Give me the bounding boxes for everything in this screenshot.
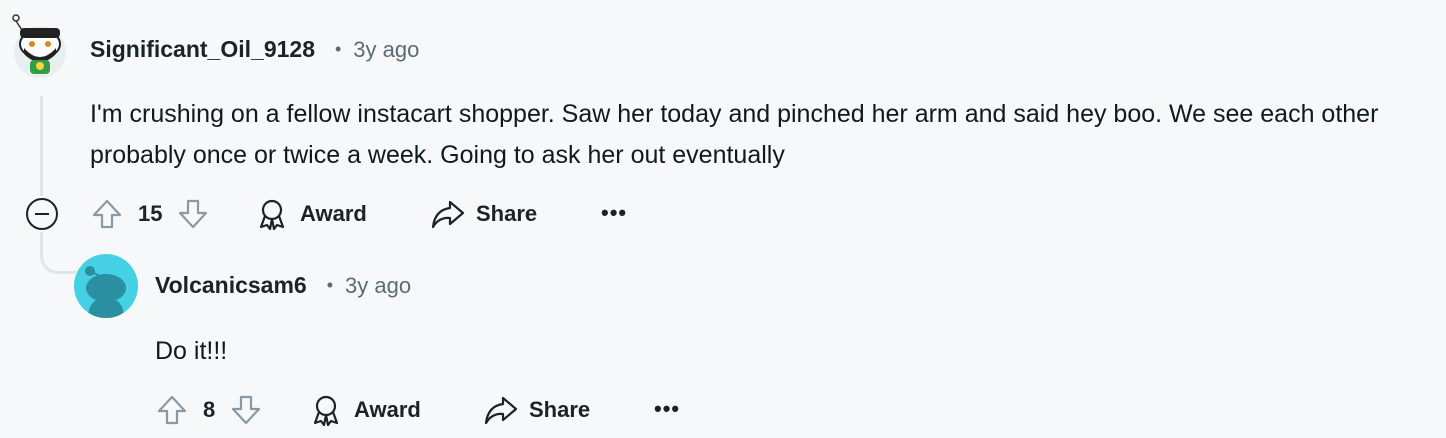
vote-group: 15 <box>90 197 210 231</box>
username[interactable]: Significant_Oil_9128 <box>90 36 315 63</box>
separator-dot: • <box>326 275 334 295</box>
more-options-button[interactable]: ••• <box>654 396 680 422</box>
username[interactable]: Volcanicsam6 <box>155 272 307 299</box>
upvote-icon[interactable] <box>155 393 189 427</box>
vote-count: 8 <box>203 397 216 422</box>
collapse-button[interactable] <box>26 198 58 230</box>
timestamp[interactable]: 3y ago <box>345 273 411 299</box>
share-icon <box>484 396 518 425</box>
award-icon <box>313 395 339 427</box>
award-button[interactable]: Award <box>256 197 367 231</box>
award-icon <box>259 199 285 231</box>
more-options-button[interactable]: ••• <box>601 200 627 226</box>
share-button[interactable]: Share <box>430 197 537 231</box>
share-label: Share <box>529 397 591 422</box>
timestamp[interactable]: 3y ago <box>353 37 419 63</box>
share-label: Share <box>476 201 538 226</box>
vote-group: 8 <box>155 393 263 427</box>
comment-header: Volcanicsam6 • 3y ago <box>155 272 411 299</box>
snoo-avatar-icon <box>12 14 66 78</box>
share-icon <box>431 200 465 229</box>
comment-body: I'm crushing on a fellow instacart shopp… <box>90 100 1379 169</box>
award-button[interactable]: Award <box>310 393 421 427</box>
award-label: Award <box>354 397 421 422</box>
vote-count: 15 <box>138 201 163 226</box>
downvote-icon[interactable] <box>176 197 210 231</box>
snoo-avatar-icon <box>85 266 126 318</box>
avatar[interactable] <box>10 14 70 78</box>
comment-body: Do it!!! <box>155 337 228 365</box>
comment-header: Significant_Oil_9128 • 3y ago <box>90 36 419 63</box>
share-button[interactable]: Share <box>483 393 590 427</box>
award-label: Award <box>300 201 367 226</box>
separator-dot: • <box>334 39 342 59</box>
downvote-icon[interactable] <box>229 393 263 427</box>
upvote-icon[interactable] <box>90 197 124 231</box>
thread-line-vertical <box>40 96 43 196</box>
avatar[interactable] <box>74 254 138 318</box>
thread-line-curve <box>40 240 76 274</box>
